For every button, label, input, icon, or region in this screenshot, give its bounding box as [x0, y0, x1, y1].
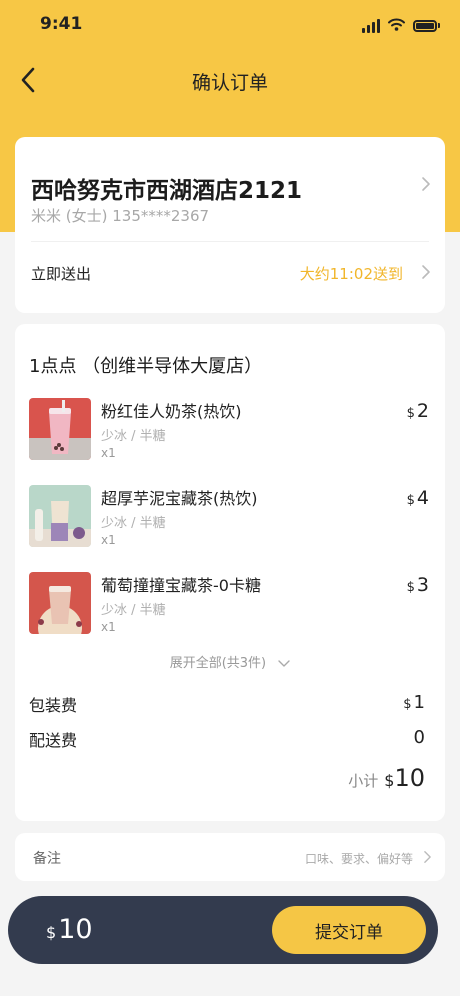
list-item: 粉红佳人奶茶(热饮) 少冰 / 半糖 x1 $2 — [29, 398, 431, 462]
address-contact: 米米 (女士) 135****2367 — [31, 207, 210, 225]
order-card: 1点点 （创维半导体大厦店） 粉红佳人奶茶(热饮) 少冰 / 半糖 x1 $2 — [15, 324, 445, 821]
note-hint: 口味、要求、偏好等 — [304, 852, 413, 866]
packaging-fee-value: $1 — [403, 692, 425, 713]
packaging-fee-label: 包装费 — [29, 696, 78, 715]
price-amount: 3 — [416, 574, 429, 596]
item-quantity: x1 — [101, 620, 116, 634]
total-amount: 10 — [58, 914, 93, 945]
list-item: 葡萄撞撞宝藏茶-0卡糖 少冰 / 半糖 x1 $3 — [29, 572, 431, 636]
divider — [31, 241, 429, 242]
chevron-right-icon[interactable] — [421, 264, 431, 280]
item-quantity: x1 — [101, 446, 116, 460]
item-price: $2 — [407, 400, 429, 422]
currency-symbol: $ — [406, 406, 415, 421]
checkout-bar: $ 10 提交订单 — [8, 896, 438, 964]
note-row[interactable]: 备注 口味、要求、偏好等 — [15, 833, 445, 881]
item-price: $3 — [407, 574, 429, 596]
product-image — [29, 398, 91, 460]
address-title[interactable]: 西哈努克市西湖酒店2121 — [31, 171, 302, 205]
currency-symbol: $ — [46, 923, 57, 942]
subtotal: 小计 $10 — [348, 764, 425, 792]
status-time: 9:41 — [40, 14, 83, 34]
expand-all-button[interactable]: 展开全部(共3件) — [15, 652, 445, 671]
nav-bar: 确认订单 — [0, 56, 460, 104]
currency-symbol: $ — [406, 493, 415, 508]
submit-order-button[interactable]: 提交订单 — [272, 906, 426, 954]
status-icons — [362, 16, 440, 35]
delivery-fee-label: 配送费 — [29, 731, 78, 750]
battery-icon — [413, 19, 440, 32]
subtotal-amount: 10 — [394, 764, 425, 792]
currency-symbol: $ — [384, 771, 395, 790]
product-image — [29, 572, 91, 634]
signal-icon — [362, 18, 380, 33]
deliver-time[interactable]: 大约11:02送到 — [300, 263, 403, 284]
subtotal-label: 小计 — [348, 772, 379, 790]
currency-symbol: $ — [406, 580, 415, 595]
item-options: 少冰 / 半糖 — [101, 429, 166, 444]
item-name: 粉红佳人奶茶(热饮) — [101, 402, 242, 421]
delivery-fee-value: 0 — [413, 727, 425, 748]
list-item: 超厚芋泥宝藏茶(热饮) 少冰 / 半糖 x1 $4 — [29, 485, 431, 549]
deliver-label: 立即送出 — [31, 265, 92, 283]
item-quantity: x1 — [101, 533, 116, 547]
shop-name: 1点点 （创维半导体大厦店） — [29, 356, 263, 377]
status-bar: 9:41 — [0, 0, 460, 48]
chevron-down-icon — [278, 659, 290, 667]
price-amount: 2 — [416, 400, 429, 422]
note-label: 备注 — [33, 851, 61, 867]
chevron-right-icon — [424, 851, 431, 863]
address-card: 西哈努克市西湖酒店2121 米米 (女士) 135****2367 立即送出 大… — [15, 137, 445, 313]
item-options: 少冰 / 半糖 — [101, 603, 166, 618]
item-price: $4 — [407, 487, 429, 509]
wifi-icon — [388, 16, 405, 35]
item-name: 超厚芋泥宝藏茶(热饮) — [101, 489, 258, 508]
packaging-fee-amount: 1 — [413, 692, 425, 713]
currency-symbol: $ — [403, 697, 412, 712]
order-total: $ 10 — [46, 914, 93, 945]
item-options: 少冰 / 半糖 — [101, 516, 166, 531]
product-image — [29, 485, 91, 547]
chevron-right-icon[interactable] — [421, 176, 431, 192]
expand-label: 展开全部(共3件) — [169, 656, 267, 671]
item-name: 葡萄撞撞宝藏茶-0卡糖 — [101, 576, 261, 595]
page-title: 确认订单 — [191, 72, 268, 94]
price-amount: 4 — [416, 487, 429, 509]
